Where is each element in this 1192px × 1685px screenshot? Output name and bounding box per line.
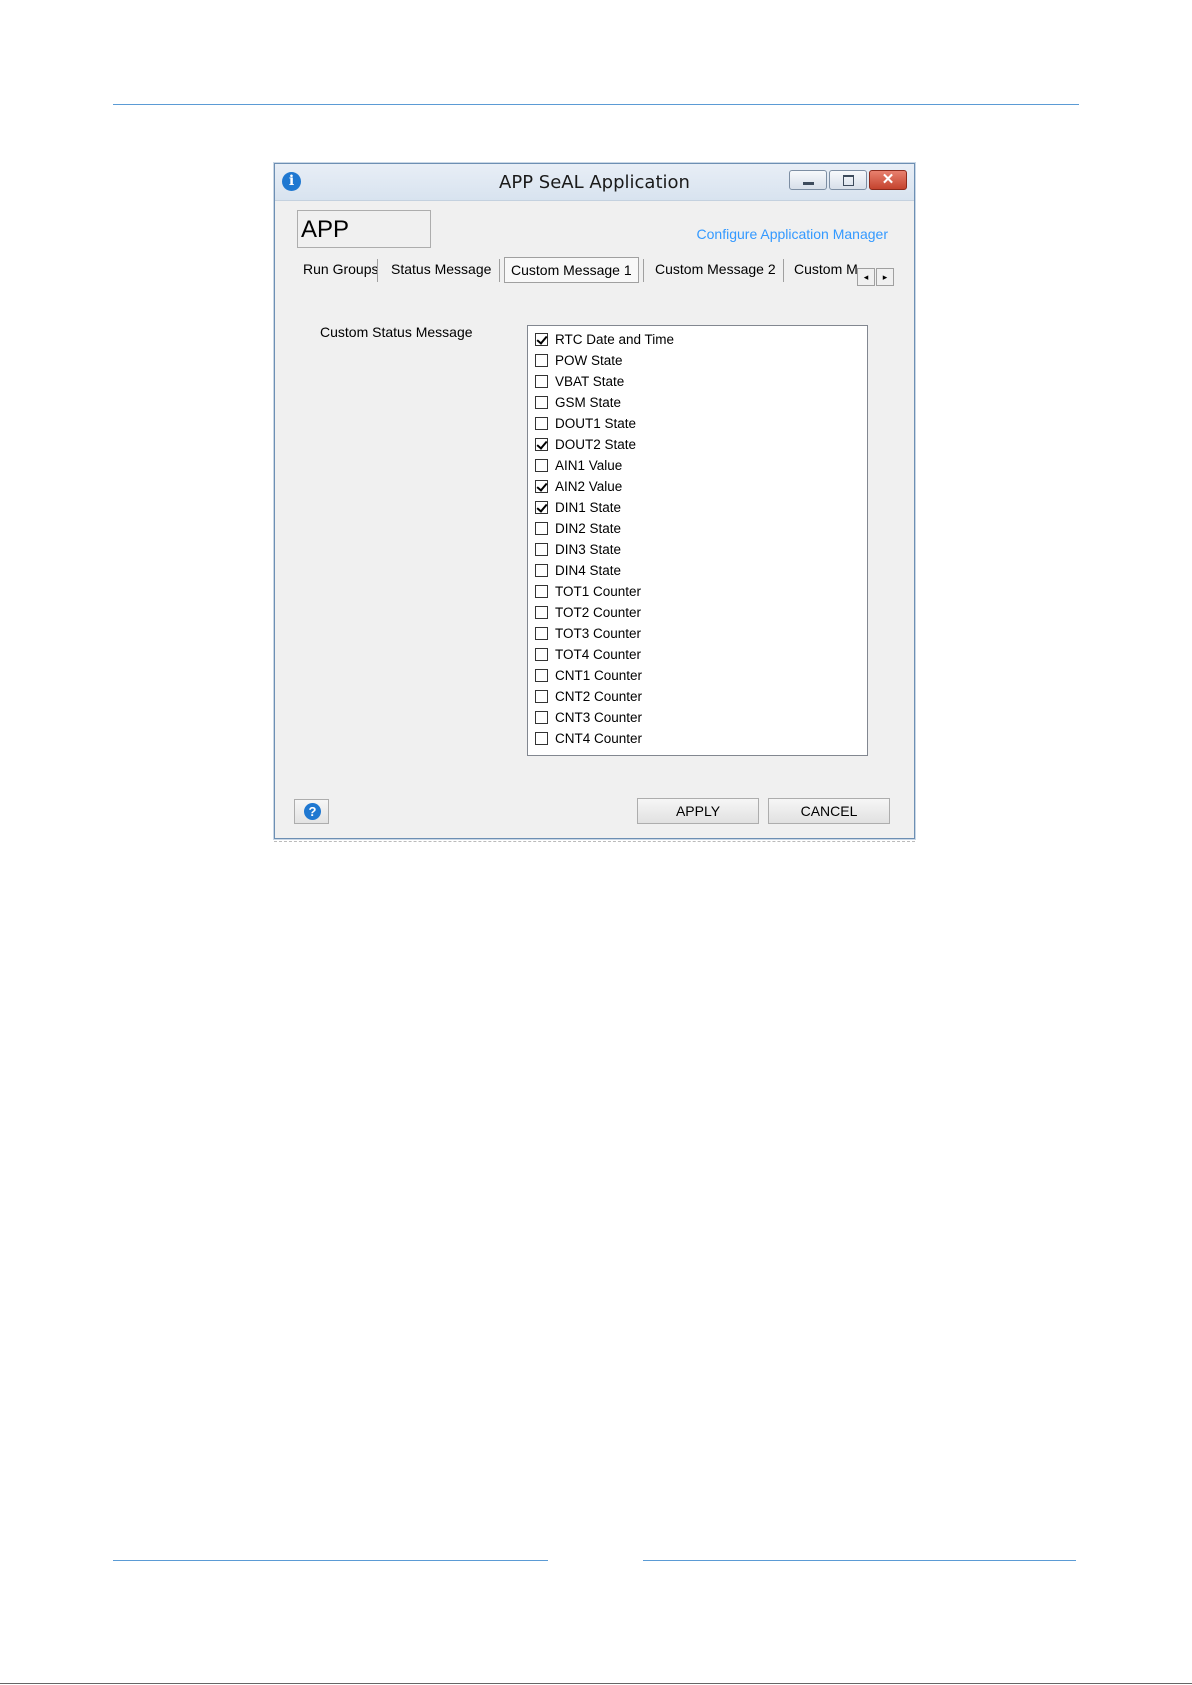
checklist-item[interactable]: CNT4 Counter [535, 728, 867, 749]
checkbox[interactable] [535, 375, 548, 388]
checklist-item[interactable]: CNT3 Counter [535, 707, 867, 728]
checkbox[interactable] [535, 648, 548, 661]
checklist-item-label: CNT4 Counter [555, 731, 643, 746]
help-button[interactable]: ? [294, 799, 329, 824]
checklist-item-label: TOT2 Counter [555, 605, 642, 620]
checkbox[interactable] [535, 690, 548, 703]
checkbox[interactable] [535, 732, 548, 745]
checklist-item[interactable]: DOUT2 State [535, 434, 867, 455]
tab-custom-message-2[interactable]: Custom Message 2 [655, 256, 776, 282]
tab-separator [499, 259, 500, 282]
checklist-item[interactable]: CNT2 Counter [535, 686, 867, 707]
checklist-item[interactable]: TOT4 Counter [535, 644, 867, 665]
checklist-item-label: DOUT1 State [555, 416, 637, 431]
checkbox[interactable] [535, 543, 548, 556]
page-bottom-rule [0, 1683, 1192, 1684]
checklist-item[interactable]: DIN3 State [535, 539, 867, 560]
close-button[interactable]: ✕ [869, 170, 907, 190]
checkbox[interactable] [535, 585, 548, 598]
checklist-item-label: CNT2 Counter [555, 689, 643, 704]
custom-status-message-label: Custom Status Message [320, 324, 473, 340]
app-window: i APP SeAL Application ✕ APP Configure A… [274, 163, 915, 839]
maximize-icon [843, 175, 854, 186]
checklist-item-label: AIN1 Value [555, 458, 623, 473]
tab-scroll-arrows: ◂ ▸ [857, 268, 897, 286]
checklist-item-label: CNT3 Counter [555, 710, 643, 725]
tab-strip: Run Groups Status Message Custom Message… [297, 256, 897, 284]
checklist-item-label: CNT1 Counter [555, 668, 643, 683]
checklist-item[interactable]: POW State [535, 350, 867, 371]
tab-status-message[interactable]: Status Message [391, 256, 491, 282]
help-icon: ? [304, 803, 321, 820]
checklist-item-label: GSM State [555, 395, 622, 410]
checklist-item-label: VBAT State [555, 374, 625, 389]
checkbox[interactable] [535, 354, 548, 367]
checklist-item[interactable]: DIN1 State [535, 497, 867, 518]
app-name-box: APP [297, 210, 431, 248]
checklist-item-label: DIN2 State [555, 521, 622, 536]
configure-application-manager-link[interactable]: Configure Application Manager [697, 226, 888, 242]
minimize-button[interactable] [789, 170, 827, 190]
checklist-item[interactable]: DIN2 State [535, 518, 867, 539]
checkbox[interactable] [535, 669, 548, 682]
checklist-item-label: DIN3 State [555, 542, 622, 557]
checklist-item-label: TOT3 Counter [555, 626, 642, 641]
checklist-item-label: RTC Date and Time [555, 332, 675, 347]
checklist-item[interactable]: DOUT1 State [535, 413, 867, 434]
checkbox[interactable] [535, 711, 548, 724]
checklist-item-label: DOUT2 State [555, 437, 637, 452]
checkbox[interactable] [535, 522, 548, 535]
apply-button[interactable]: APPLY [637, 798, 759, 824]
tab-run-groups[interactable]: Run Groups [303, 256, 378, 282]
checkbox[interactable] [535, 501, 548, 514]
maximize-button[interactable] [829, 170, 867, 190]
checkbox[interactable] [535, 459, 548, 472]
scroll-left-icon[interactable]: ◂ [857, 268, 875, 286]
close-icon: ✕ [881, 171, 895, 188]
checklist-item[interactable]: DIN4 State [535, 560, 867, 581]
checkbox[interactable] [535, 627, 548, 640]
checklist-item[interactable]: GSM State [535, 392, 867, 413]
checklist-item-label: TOT1 Counter [555, 584, 642, 599]
tab-separator [643, 259, 644, 282]
footer-rule-left [113, 1560, 548, 1561]
tab-custom-message-1[interactable]: Custom Message 1 [504, 257, 639, 283]
status-field-checklist: RTC Date and Time POW State VBAT State GSM … [527, 325, 868, 756]
checkbox[interactable] [535, 333, 548, 346]
checkbox[interactable] [535, 480, 548, 493]
scroll-right-icon[interactable]: ▸ [876, 268, 894, 286]
checklist-item[interactable]: CNT1 Counter [535, 665, 867, 686]
tab-separator [783, 259, 784, 282]
page-header-rule [113, 104, 1079, 105]
checklist-item-label: TOT4 Counter [555, 647, 642, 662]
checkbox[interactable] [535, 564, 548, 577]
checklist-item-label: DIN4 State [555, 563, 622, 578]
checkbox[interactable] [535, 417, 548, 430]
footer-rule-right [643, 1560, 1076, 1561]
checklist-item-label: POW State [555, 353, 623, 368]
window-shadow-edge [274, 841, 915, 842]
checklist-item-label: AIN2 Value [555, 479, 623, 494]
checkbox[interactable] [535, 606, 548, 619]
checkbox[interactable] [535, 396, 548, 409]
checklist-item[interactable]: AIN1 Value [535, 455, 867, 476]
checklist-item-label: DIN1 State [555, 500, 622, 515]
cancel-button[interactable]: CANCEL [768, 798, 890, 824]
checklist-item[interactable]: AIN2 Value [535, 476, 867, 497]
checklist-item[interactable]: TOT2 Counter [535, 602, 867, 623]
checklist-item[interactable]: TOT3 Counter [535, 623, 867, 644]
checklist-item[interactable]: RTC Date and Time [535, 329, 867, 350]
minimize-icon [803, 182, 814, 185]
tab-separator [377, 259, 378, 282]
checklist-item[interactable]: TOT1 Counter [535, 581, 867, 602]
checklist-item[interactable]: VBAT State [535, 371, 867, 392]
title-bar[interactable]: i APP SeAL Application ✕ [275, 164, 914, 201]
tab-custom-message-3[interactable]: Custom M [794, 256, 857, 282]
checkbox[interactable] [535, 438, 548, 451]
